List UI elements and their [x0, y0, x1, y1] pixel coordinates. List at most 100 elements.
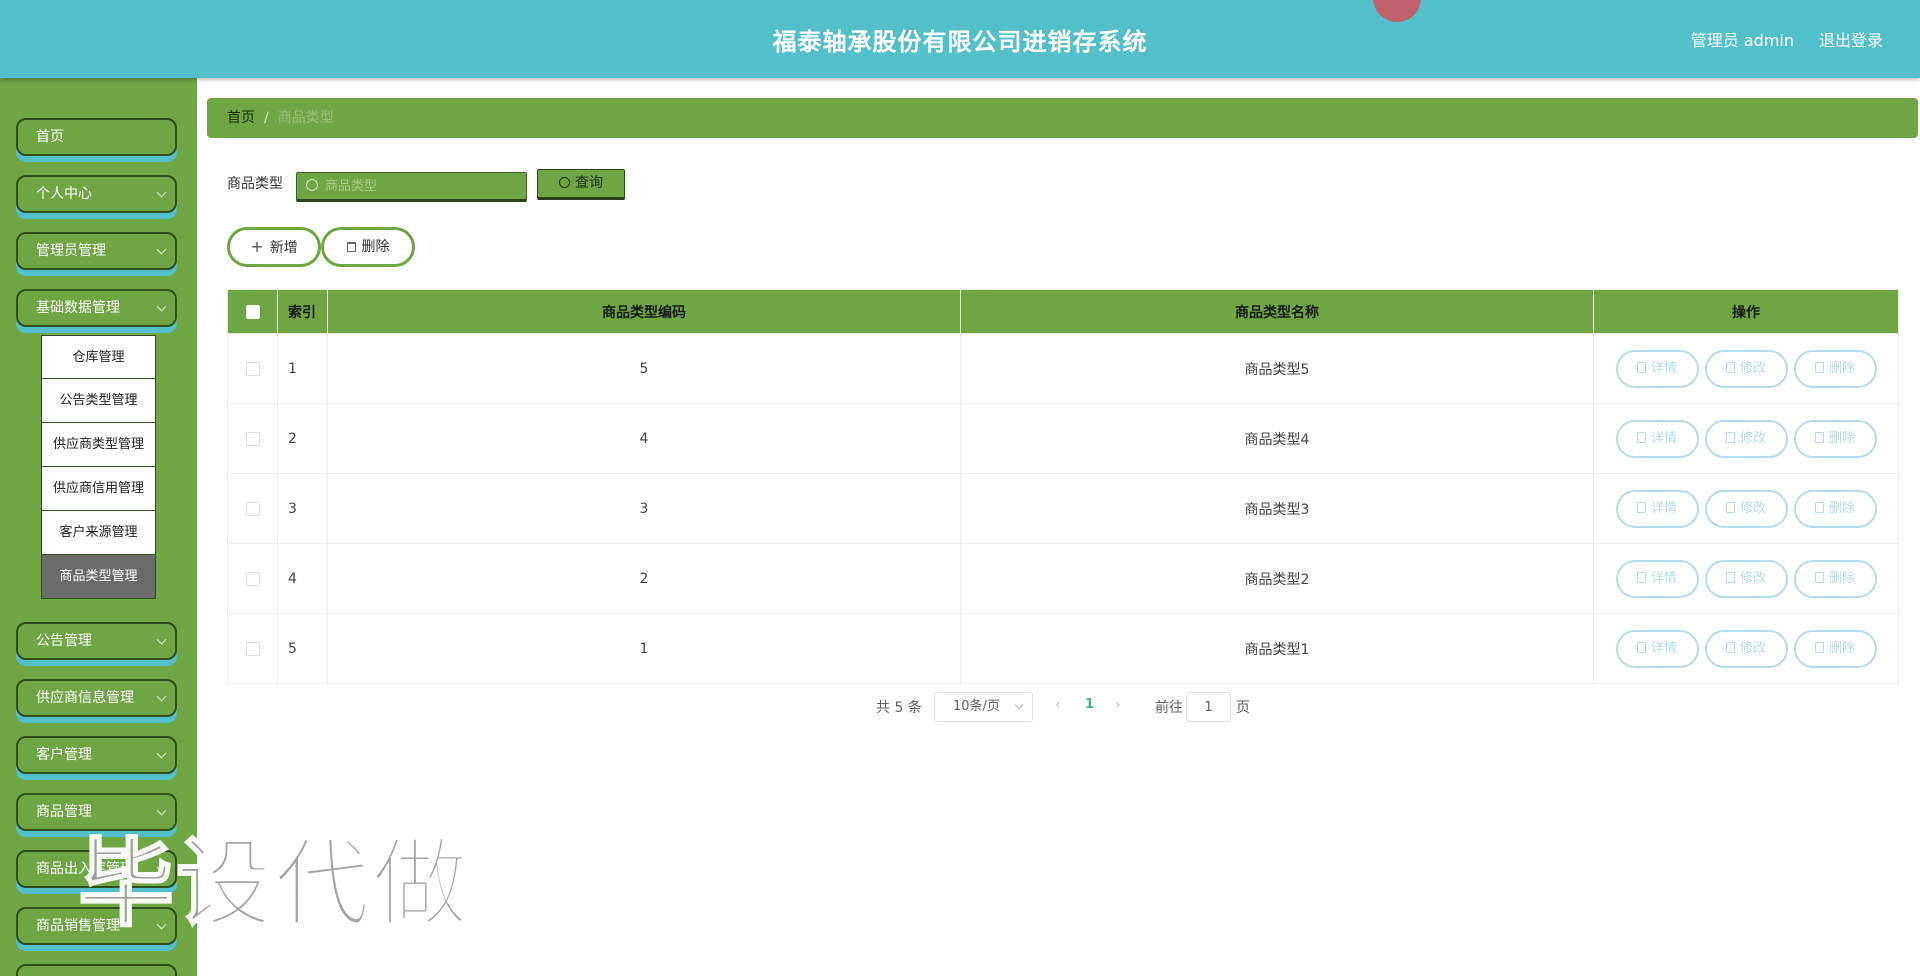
edit-icon	[1725, 361, 1735, 373]
sidebar-item-label: 商品管理	[36, 804, 92, 820]
next-page-button[interactable]: ›	[1115, 697, 1121, 727]
select-all-checkbox[interactable]	[245, 304, 260, 319]
detail-button[interactable]: 详情	[1615, 559, 1699, 598]
delete-button-label: 删除	[1828, 430, 1855, 446]
detail-button-label: 详情	[1650, 360, 1677, 376]
chevron-down-icon	[156, 805, 167, 816]
edit-icon	[1725, 571, 1735, 583]
trash-icon	[346, 242, 356, 252]
trash-icon	[1814, 361, 1824, 373]
search-field	[296, 172, 527, 202]
pagination-total: 共 5 条	[876, 700, 922, 716]
table-row: 3 3 商品类型3 详情 修改 删除	[227, 473, 1899, 544]
submenu-item-product-type[interactable]: 商品类型管理	[41, 555, 156, 599]
delete-button[interactable]: 删除	[1793, 489, 1877, 528]
basic-data-submenu: 仓库管理 公告类型管理 供应商类型管理 供应商信用管理 客户来源管理 商品类型管…	[41, 335, 156, 599]
edit-button[interactable]: 修改	[1704, 419, 1788, 458]
edit-button-label: 修改	[1739, 640, 1766, 656]
cell-name: 商品类型5	[960, 333, 1594, 404]
submenu-item-supplier-credit[interactable]: 供应商信用管理	[41, 467, 156, 511]
row-checkbox[interactable]	[245, 431, 260, 446]
edit-button[interactable]: 修改	[1704, 629, 1788, 668]
column-header-ops: 操作	[1593, 289, 1899, 334]
row-checkbox[interactable]	[245, 641, 260, 656]
submenu-item-notice-type[interactable]: 公告类型管理	[41, 379, 156, 423]
logout-link[interactable]: 退出登录	[1819, 27, 1883, 51]
chevron-down-icon	[156, 187, 167, 198]
edit-button[interactable]: 修改	[1704, 349, 1788, 388]
trash-icon	[1814, 571, 1824, 583]
sidebar-item-label: 客户管理	[36, 747, 92, 763]
delete-button[interactable]: 删除	[1793, 349, 1877, 388]
submenu-item-customer-source[interactable]: 客户来源管理	[41, 511, 156, 555]
row-checkbox[interactable]	[245, 361, 260, 376]
delete-button[interactable]: 删除	[1793, 419, 1877, 458]
row-select-cell	[227, 613, 278, 684]
detail-button[interactable]: 详情	[1615, 349, 1699, 388]
add-button[interactable]: + 新增	[227, 227, 321, 267]
chevron-down-icon	[156, 634, 167, 645]
batch-delete-button[interactable]: 删除	[321, 227, 415, 267]
detail-button-label: 详情	[1650, 570, 1677, 586]
row-select-cell	[227, 333, 278, 404]
sidebar-item-supplier-info[interactable]: 供应商信息管理	[16, 679, 177, 717]
cell-name: 商品类型1	[960, 613, 1594, 684]
document-icon	[1636, 361, 1646, 373]
sidebar-item-home[interactable]: 首页	[16, 118, 177, 156]
chevron-down-icon	[156, 244, 167, 255]
sidebar-item-product-management[interactable]: 商品管理	[16, 793, 177, 831]
delete-button[interactable]: 删除	[1793, 629, 1877, 668]
query-button[interactable]: 查询	[537, 169, 625, 200]
sidebar-item-sales-management[interactable]: 商品销售管理	[16, 907, 177, 945]
sidebar-item-label: 商品销售管理	[36, 918, 120, 934]
sidebar-item-basic-data[interactable]: 基础数据管理	[16, 289, 177, 327]
cell-index: 5	[277, 613, 328, 684]
sidebar: 首页 个人中心 管理员管理 基础数据管理 仓库管理 公告类型管理 供应商类型管理…	[0, 78, 197, 976]
cell-name: 商品类型4	[960, 403, 1594, 474]
product-type-table: 索引 商品类型编码 商品类型名称 操作 1 5 商品类型5 详情 修改 删除 2 4 商品类型4…	[227, 289, 1899, 684]
detail-button[interactable]: 详情	[1615, 489, 1699, 528]
goto-page-input[interactable]	[1186, 692, 1231, 722]
current-user: 管理员 admin	[1690, 31, 1794, 50]
page-number-1[interactable]: 1	[1085, 697, 1094, 727]
search-icon	[559, 177, 570, 188]
sidebar-item-stock-in-out[interactable]: 商品出入库管理	[16, 850, 177, 888]
prev-page-button[interactable]: ‹	[1055, 697, 1061, 727]
document-icon	[1636, 431, 1646, 443]
cell-ops: 详情 修改 删除	[1593, 403, 1899, 474]
table-header-row: 索引 商品类型编码 商品类型名称 操作	[227, 289, 1899, 334]
submenu-item-warehouse[interactable]: 仓库管理	[41, 335, 156, 379]
search-label: 商品类型	[227, 176, 283, 192]
submenu-item-supplier-type[interactable]: 供应商类型管理	[41, 423, 156, 467]
column-header-name: 商品类型名称	[960, 289, 1594, 334]
cell-index: 2	[277, 403, 328, 474]
sidebar-item-personal-center[interactable]: 个人中心	[16, 175, 177, 213]
cell-code: 5	[327, 333, 961, 404]
document-icon	[1636, 501, 1646, 513]
edit-button[interactable]: 修改	[1704, 559, 1788, 598]
edit-button[interactable]: 修改	[1704, 489, 1788, 528]
plus-icon: +	[250, 237, 264, 256]
breadcrumb-home[interactable]: 首页	[227, 110, 255, 126]
edit-button-label: 修改	[1739, 500, 1766, 516]
sidebar-item-notice-management[interactable]: 公告管理	[16, 622, 177, 660]
edit-button-label: 修改	[1739, 430, 1766, 446]
sidebar-item-customer-management[interactable]: 客户管理	[16, 736, 177, 774]
row-checkbox[interactable]	[245, 571, 260, 586]
detail-button[interactable]: 详情	[1615, 419, 1699, 458]
sidebar-item-admin-management[interactable]: 管理员管理	[16, 232, 177, 270]
search-input[interactable]	[325, 173, 520, 199]
cell-name: 商品类型2	[960, 543, 1594, 614]
sidebar-item-more[interactable]	[16, 964, 177, 976]
sidebar-item-label: 基础数据管理	[36, 300, 120, 316]
detail-button[interactable]: 详情	[1615, 629, 1699, 668]
cell-code: 3	[327, 473, 961, 544]
row-checkbox[interactable]	[245, 501, 260, 516]
detail-button-label: 详情	[1650, 430, 1677, 446]
table-row: 1 5 商品类型5 详情 修改 删除	[227, 333, 1899, 404]
sidebar-item-label: 供应商信息管理	[36, 690, 134, 706]
page-size-select[interactable]: 10条/页	[934, 692, 1033, 722]
trash-icon	[1814, 501, 1824, 513]
decorative-dot	[1373, 0, 1421, 22]
delete-button[interactable]: 删除	[1793, 559, 1877, 598]
